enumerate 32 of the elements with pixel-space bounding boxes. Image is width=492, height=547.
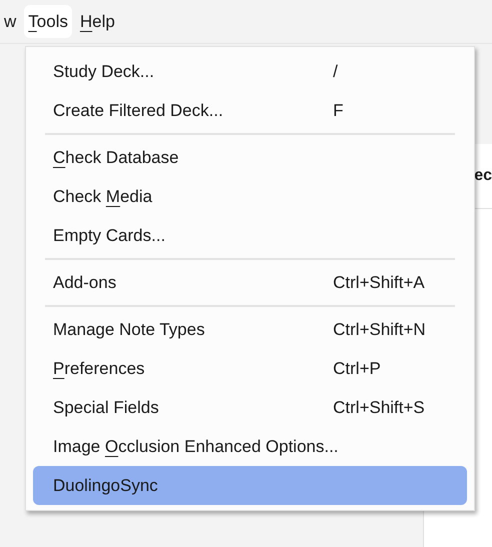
menu-item-label: Image Occlusion Enhanced Options... (53, 436, 340, 458)
menu-item[interactable]: Check Database (33, 138, 467, 177)
menu-item[interactable]: Create Filtered Deck... F (33, 91, 467, 130)
menu-item-label: Check Media (53, 186, 154, 208)
menu-item[interactable]: Empty Cards... (33, 216, 467, 255)
menu-item[interactable]: Special Fields Ctrl+Shift+S (33, 388, 467, 427)
menu-item-label: Check Database (53, 146, 180, 169)
shortcut-text: Ctrl+Shift+A (333, 272, 426, 294)
menu-bar-item[interactable]: Help (76, 4, 119, 38)
menu-item[interactable]: Study Deck... / (33, 52, 467, 91)
menu-item[interactable]: Manage Note Types Ctrl+Shift+N (33, 310, 467, 349)
menu-item-label: Create Filtered Deck... (53, 100, 224, 122)
menu-item-label: Empty Cards... (53, 224, 166, 247)
menu-item-label: Study Deck... (53, 60, 156, 83)
menu-item-label: Add-ons (53, 272, 118, 294)
menu-item[interactable]: Preferences Ctrl+P (33, 349, 467, 388)
shortcut-text: Ctrl+P (333, 358, 382, 380)
shortcut-text: F (333, 100, 344, 122)
menu-bar-item[interactable]: w (0, 4, 20, 38)
menu-item-label: Manage Note Types (53, 318, 206, 341)
menu-item-label: Preferences (53, 358, 146, 380)
shortcut-text: Ctrl+Shift+S (333, 396, 426, 419)
menu-item[interactable]: Image Occlusion Enhanced Options... (33, 427, 467, 466)
menu-item[interactable]: Check Media (33, 177, 467, 216)
menu-bar-item[interactable]: Tools (24, 4, 72, 38)
heading-text: ec (474, 166, 492, 186)
shortcut-text: / (333, 60, 339, 83)
shortcut-text: Ctrl+Shift+N (333, 318, 427, 341)
menu-item-label: DuolingoSync (53, 474, 159, 497)
menu-item[interactable]: Add-ons Ctrl+Shift+A (33, 263, 467, 302)
menu-item-label: Special Fields (53, 396, 160, 419)
menu-item[interactable]: DuolingoSync (33, 466, 467, 505)
